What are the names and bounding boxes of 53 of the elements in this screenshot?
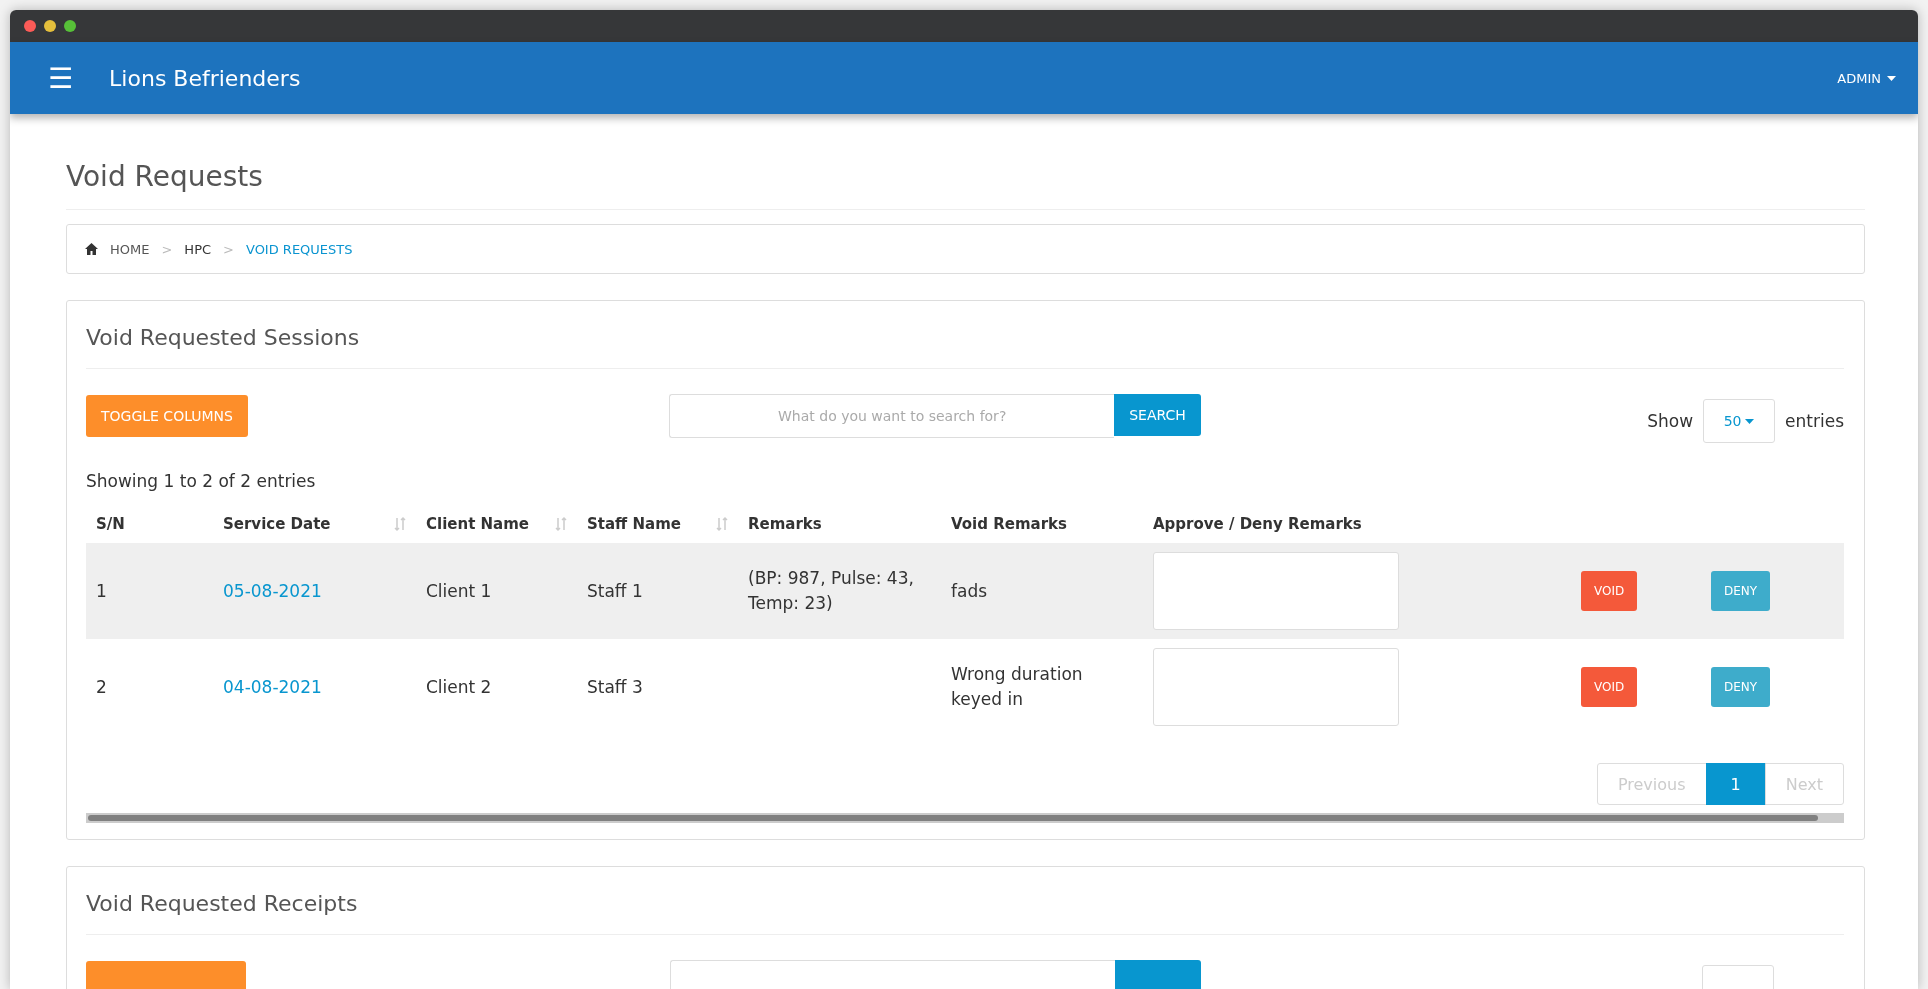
table-cell: 1 — [96, 580, 107, 601]
column-header: S/N — [96, 515, 125, 533]
column-header: Remarks — [748, 515, 822, 533]
remarks-field[interactable] — [1153, 552, 1399, 630]
show-label: Show — [1647, 411, 1694, 431]
table-cell: 2 — [96, 676, 107, 697]
sort-icon[interactable] — [394, 516, 406, 532]
page-title: Void Requests — [66, 160, 1865, 210]
window-control[interactable] — [64, 20, 76, 32]
entries-label: entries — [1785, 411, 1844, 431]
remarks-field[interactable] — [1153, 648, 1399, 726]
column-header[interactable]: Client Name — [426, 515, 529, 533]
brand-name: Lions Befrienders — [109, 65, 302, 91]
breadcrumb-link[interactable]: VOID REQUESTS — [245, 241, 353, 257]
table-cell: Client 2 — [426, 676, 492, 697]
menu-button[interactable]: ☰ — [48, 61, 74, 95]
entries-info: Showing 1 to 2 of 2 entries — [86, 471, 317, 491]
column-header: Void Remarks — [951, 515, 1067, 533]
table-cell: Client 1 — [426, 580, 492, 601]
service-date-link[interactable]: 05-08-2021 — [223, 580, 322, 601]
user-menu[interactable]: ADMIN — [1837, 70, 1896, 86]
caret-icon — [1887, 75, 1896, 81]
panel-title: Void Requested Sessions — [86, 301, 1844, 369]
service-date-link[interactable]: 04-08-2021 — [223, 676, 322, 697]
deny-button[interactable]: DENY — [1711, 667, 1771, 707]
void-button[interactable]: VOID — [1581, 571, 1638, 611]
column-header[interactable]: Staff Name — [587, 515, 681, 533]
pagination-button[interactable]: 1 — [1705, 763, 1766, 805]
panel-title: Void Requested Receipts — [86, 867, 1844, 935]
page-size-select[interactable]: 50 — [1703, 399, 1776, 443]
breadcrumb-separator: > — [161, 241, 173, 257]
sort-icon[interactable] — [555, 516, 567, 532]
table-cell: Staff 3 — [587, 676, 643, 697]
table-cell: (BP: 987, Pulse: 43, Temp: 23) — [748, 568, 914, 613]
search-field[interactable]: What do you want to search for? — [669, 394, 1115, 438]
scrollbar[interactable] — [86, 813, 1844, 823]
deny-button[interactable]: DENY — [1711, 571, 1771, 611]
void-button[interactable]: VOID — [1581, 667, 1638, 707]
window-control[interactable] — [44, 20, 56, 32]
toggle-columns-button[interactable]: TOGGLE COLUMNS — [86, 395, 248, 437]
table-cell: Staff 1 — [587, 580, 643, 601]
table-cell: fads — [951, 580, 988, 601]
caret-icon — [1745, 418, 1755, 424]
column-header: Approve / Deny Remarks — [1153, 515, 1362, 533]
table-cell: Wrong duration keyed in — [951, 664, 1083, 709]
home-icon[interactable] — [85, 243, 98, 255]
breadcrumb-link[interactable]: HPC — [184, 241, 212, 257]
window-control[interactable] — [24, 20, 36, 32]
breadcrumb-separator: > — [223, 241, 234, 257]
breadcrumb-link[interactable]: HOME — [110, 241, 150, 257]
sort-icon[interactable] — [716, 516, 728, 532]
search-button[interactable]: SEARCH — [1114, 394, 1201, 436]
column-header[interactable]: Service Date — [223, 515, 331, 533]
